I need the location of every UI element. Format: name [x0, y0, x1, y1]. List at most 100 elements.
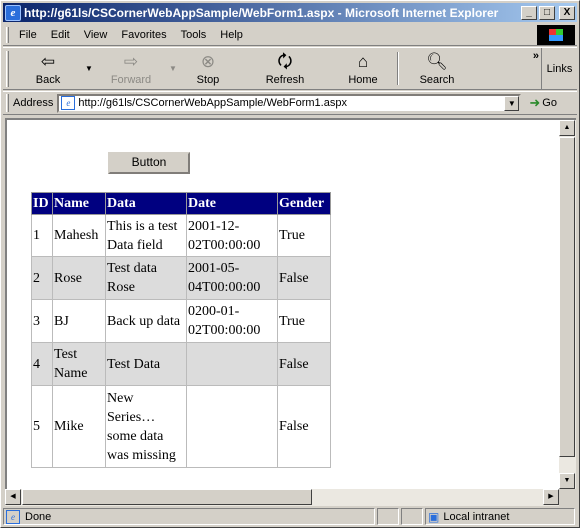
- search-button[interactable]: 🔍︎ Search: [403, 48, 471, 89]
- status-pane: [401, 508, 423, 525]
- status-bar: e Done ▣ Local intranet: [3, 507, 577, 526]
- cell-id: 5: [31, 385, 53, 468]
- cell-gender: False: [277, 256, 331, 300]
- close-button[interactable]: X: [559, 5, 575, 20]
- cell-date: 2001-05-04T00:00:00: [186, 256, 278, 300]
- scrollbar-corner: [559, 489, 576, 506]
- window-title: http://g61ls/CSCornerWebAppSample/WebFor…: [24, 5, 499, 20]
- scroll-right-button[interactable]: ▶: [543, 489, 559, 505]
- intranet-icon: ▣: [428, 509, 440, 524]
- security-zone-pane: ▣ Local intranet: [425, 508, 575, 525]
- menu-edit[interactable]: Edit: [45, 29, 78, 41]
- forward-dropdown-button[interactable]: ▼: [167, 48, 179, 89]
- horizontal-scroll-thumb[interactable]: [22, 489, 312, 505]
- vertical-scroll-thumb[interactable]: [559, 137, 575, 457]
- browser-window: e http://g61ls/CSCornerWebAppSample/WebF…: [0, 0, 580, 528]
- cell-name: Mike: [52, 385, 106, 468]
- back-arrow-icon: ⇦: [40, 52, 56, 71]
- cell-gender: False: [277, 342, 331, 386]
- cell-gender: True: [277, 214, 331, 257]
- page-icon: e: [61, 96, 76, 110]
- search-icon: 🔍︎: [426, 52, 448, 71]
- menu-file[interactable]: File: [13, 29, 45, 41]
- chevron-down-icon: ▼: [85, 64, 93, 73]
- data-grid: ID Name Data Date Gender 1 Mahesh This i…: [31, 192, 331, 468]
- cell-id: 3: [31, 299, 53, 343]
- menu-grip[interactable]: [6, 26, 9, 43]
- back-dropdown-button[interactable]: ▼: [83, 48, 95, 89]
- forward-button[interactable]: ⇨ Forward: [95, 48, 167, 89]
- search-label: Search: [419, 74, 455, 86]
- address-grip[interactable]: [6, 94, 9, 112]
- cell-name: Test Name: [52, 342, 106, 386]
- cell-data: This is a test Data field: [105, 214, 187, 257]
- stop-button[interactable]: ⊗ Stop: [179, 48, 237, 89]
- links-button[interactable]: Links: [541, 48, 577, 89]
- address-dropdown-button[interactable]: ▼: [504, 95, 520, 111]
- cell-date: [186, 385, 278, 468]
- cell-id: 2: [31, 256, 53, 300]
- back-button[interactable]: ⇦ Back: [13, 48, 83, 89]
- address-label: Address: [13, 97, 54, 109]
- cell-date: 2001-12-02T00:00:00: [186, 214, 278, 257]
- cell-data: Test data Rose: [105, 256, 187, 300]
- stop-label: Stop: [196, 74, 220, 86]
- toolbar-grip[interactable]: [6, 51, 9, 87]
- column-header-name: Name: [52, 192, 106, 215]
- page-done-icon: e: [6, 509, 20, 524]
- zone-label: Local intranet: [443, 510, 510, 523]
- status-pane: [377, 508, 399, 525]
- forward-arrow-icon: ⇨: [123, 52, 139, 71]
- go-label: Go: [542, 97, 557, 109]
- vertical-scrollbar[interactable]: ▲ ▼: [559, 118, 576, 489]
- table-row: 5 Mike New Series… some data was missing…: [31, 385, 331, 468]
- minimize-button[interactable]: _: [521, 5, 537, 20]
- cell-name: Mahesh: [52, 214, 106, 257]
- column-header-date: Date: [186, 192, 278, 215]
- table-row: 1 Mahesh This is a test Data field 2001-…: [31, 214, 331, 257]
- cell-id: 1: [31, 214, 53, 257]
- scroll-up-button[interactable]: ▲: [559, 120, 575, 136]
- address-bar: Address e http://g61ls/CSCornerWebAppSam…: [3, 91, 577, 115]
- cell-gender: True: [277, 299, 331, 343]
- menu-tools[interactable]: Tools: [175, 29, 215, 41]
- refresh-button[interactable]: 🗘 Refresh: [237, 48, 333, 89]
- cell-gender: False: [277, 385, 331, 468]
- home-icon: ⌂: [357, 52, 369, 71]
- table-row: 3 BJ Back up data 0200-01-02T00:00:00 Tr…: [31, 299, 331, 343]
- refresh-icon: 🗘: [277, 52, 293, 71]
- cell-data: Back up data: [105, 299, 187, 343]
- address-input[interactable]: e http://g61ls/CSCornerWebAppSample/WebF…: [57, 93, 522, 113]
- maximize-button[interactable]: □: [539, 5, 555, 20]
- horizontal-scrollbar[interactable]: ◀ ▶: [5, 489, 559, 506]
- home-button[interactable]: ⌂ Home: [333, 48, 393, 89]
- stop-icon: ⊗: [200, 52, 216, 71]
- column-header-id: ID: [31, 192, 53, 215]
- menu-view[interactable]: View: [78, 29, 116, 41]
- menu-help[interactable]: Help: [214, 29, 251, 41]
- cell-id: 4: [31, 342, 53, 386]
- menu-favorites[interactable]: Favorites: [115, 29, 174, 41]
- cell-date: [186, 342, 278, 386]
- grid-header-row: ID Name Data Date Gender: [31, 192, 331, 215]
- go-arrow-icon: ➜: [529, 95, 541, 110]
- cell-date: 0200-01-02T00:00:00: [186, 299, 278, 343]
- page-content: Button ID Name Data Date Gender 1 Mahesh…: [5, 118, 559, 489]
- status-text: Done: [25, 510, 52, 523]
- page-button[interactable]: Button: [108, 152, 190, 174]
- standard-toolbar: ⇦ Back ▼ ⇨ Forward ▼ ⊗ Stop 🗘 Refresh ⌂ …: [3, 47, 577, 90]
- cell-name: BJ: [52, 299, 106, 343]
- cell-name: Rose: [52, 256, 106, 300]
- toolbar-separator: [397, 52, 399, 85]
- go-button[interactable]: ➜ Go: [529, 95, 557, 111]
- toolbar-overflow-chevron[interactable]: »: [533, 50, 539, 62]
- home-label: Home: [348, 74, 378, 86]
- cell-data: Test Data: [105, 342, 187, 386]
- scroll-left-button[interactable]: ◀: [5, 489, 21, 505]
- title-bar[interactable]: e http://g61ls/CSCornerWebAppSample/WebF…: [3, 3, 577, 22]
- forward-label: Forward: [110, 74, 152, 86]
- back-label: Back: [35, 74, 61, 86]
- scroll-down-button[interactable]: ▼: [559, 473, 575, 489]
- refresh-label: Refresh: [265, 74, 305, 86]
- table-row: 2 Rose Test data Rose 2001-05-04T00:00:0…: [31, 256, 331, 300]
